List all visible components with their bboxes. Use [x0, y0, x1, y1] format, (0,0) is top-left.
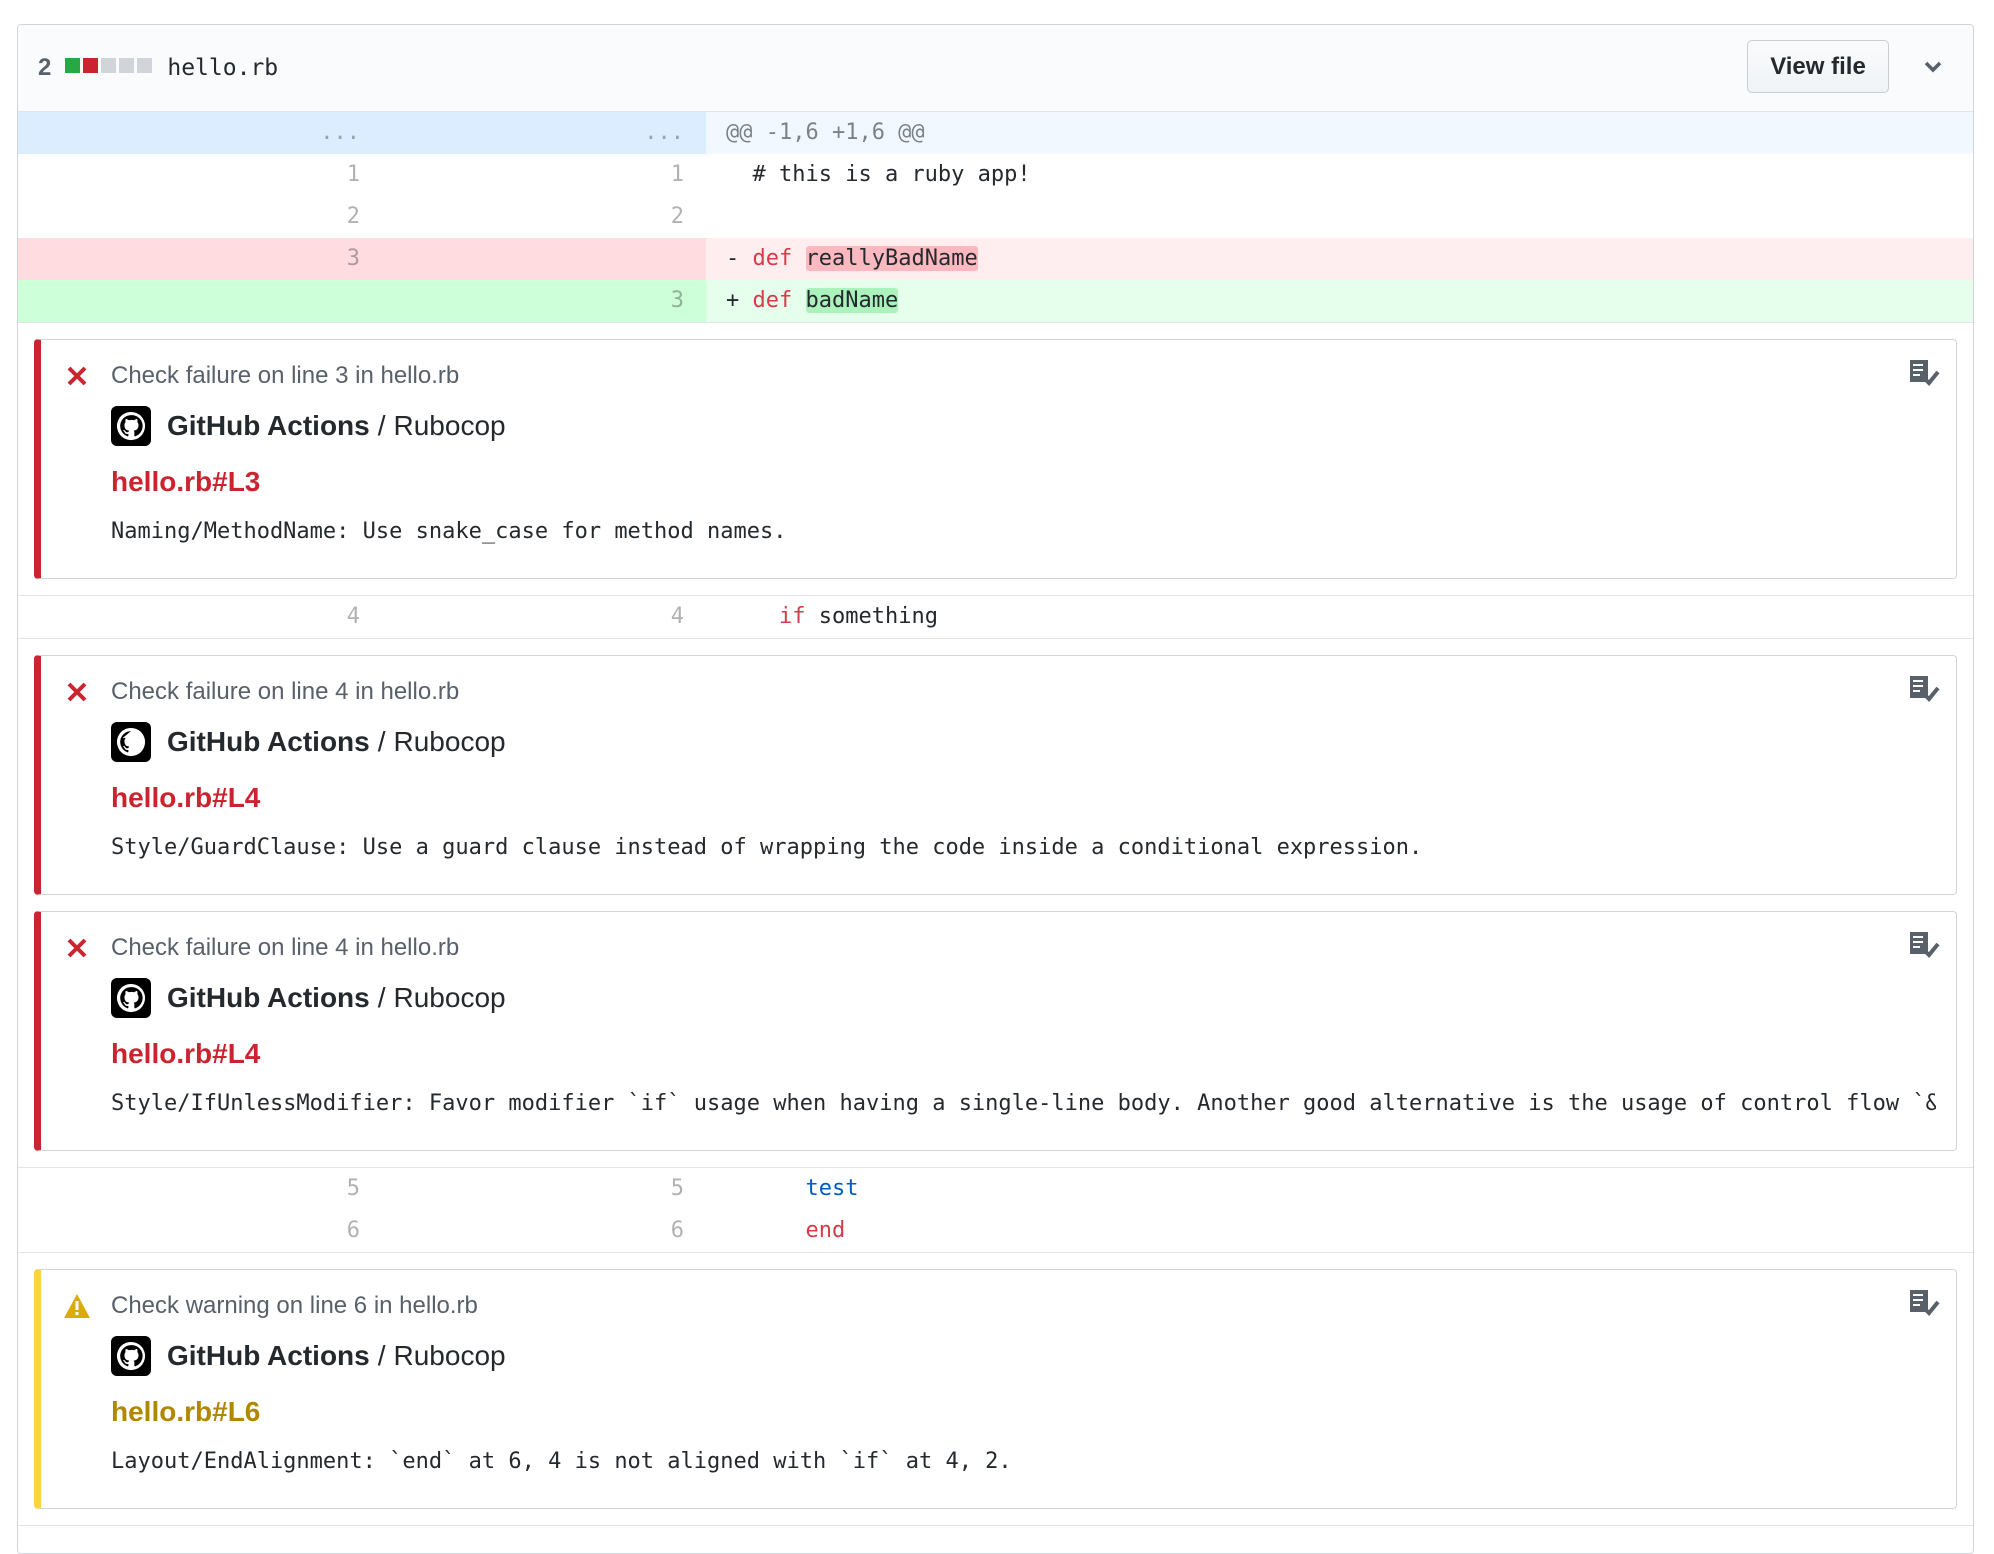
- checklist-icon[interactable]: [1908, 358, 1940, 388]
- github-actions-logo: [111, 722, 151, 762]
- annotation-line-link[interactable]: hello.rb#L4: [111, 778, 1936, 818]
- new-line-number[interactable]: 2: [360, 196, 706, 238]
- checklist-icon[interactable]: [1908, 1288, 1940, 1318]
- annotation-warning: Check warning on line 6 in hello.rb GitH…: [34, 1269, 1957, 1509]
- alert-icon: [64, 1294, 90, 1318]
- diffstat-block-added: [65, 58, 81, 73]
- added-word-highlight: badName: [805, 288, 899, 313]
- github-actions-logo: [111, 406, 151, 446]
- annotation-line-link[interactable]: hello.rb#L4: [111, 1034, 1936, 1074]
- app-name: GitHub Actions: [167, 982, 370, 1013]
- annotations-block: Check warning on line 6 in hello.rb GitH…: [18, 1252, 1973, 1526]
- diff-line: 2 2: [18, 196, 1973, 238]
- diff-line-added: 3 + def badName: [18, 280, 1973, 322]
- new-line-number[interactable]: [360, 238, 706, 280]
- diff-line-deleted: 3 - def reallyBadName: [18, 238, 1973, 280]
- deleted-word-highlight: reallyBadName: [805, 246, 978, 271]
- app-name: GitHub Actions: [167, 410, 370, 441]
- check-name: Rubocop: [393, 982, 506, 1013]
- new-line-number[interactable]: 5: [360, 1168, 706, 1210]
- annotation-failure: Check failure on line 4 in hello.rb GitH…: [34, 911, 1957, 1151]
- x-icon: [67, 366, 87, 386]
- old-line-number[interactable]: 2: [18, 196, 360, 238]
- app-name: GitHub Actions: [167, 1340, 370, 1371]
- annotations-block: Check failure on line 4 in hello.rb GitH…: [18, 638, 1973, 1168]
- github-actions-logo: [111, 1336, 151, 1376]
- annotation-title: Check failure on line 4 in hello.rb: [111, 678, 460, 705]
- annotation-line-link[interactable]: hello.rb#L6: [111, 1392, 1936, 1432]
- new-line-number[interactable]: 1: [360, 154, 706, 196]
- old-line-number[interactable]: 1: [18, 154, 360, 196]
- diff-file: 2 hello.rb View file ... ... @@ -1,6 +1,…: [17, 24, 1974, 1554]
- annotation-failure: Check failure on line 3 in hello.rb GitH…: [34, 339, 1957, 579]
- diffstat-block-neutral: [137, 58, 153, 73]
- expand-down-icon[interactable]: ...: [644, 120, 684, 145]
- diffstat-bar: [65, 58, 155, 78]
- old-line-number[interactable]: 5: [18, 1168, 360, 1210]
- annotation-line-link[interactable]: hello.rb#L3: [111, 462, 1936, 502]
- annotation-title: Check warning on line 6 in hello.rb: [111, 1292, 478, 1319]
- new-line-number[interactable]: 3: [360, 280, 706, 322]
- expand-up-icon[interactable]: ...: [320, 112, 360, 154]
- file-header: 2 hello.rb View file: [18, 25, 1973, 112]
- app-name: GitHub Actions: [167, 726, 370, 757]
- view-file-button[interactable]: View file: [1747, 40, 1889, 93]
- annotation-message: Layout/EndAlignment: `end` at 6, 4 is no…: [111, 1449, 1012, 1474]
- diff-line: 5 5 test: [18, 1168, 1973, 1210]
- checklist-icon[interactable]: [1908, 930, 1940, 960]
- file-name-link[interactable]: hello.rb: [167, 55, 278, 81]
- chevron-down-icon[interactable]: [1921, 55, 1945, 79]
- diff-line: 6 6 end: [18, 1210, 1973, 1252]
- diffstat-block-neutral: [119, 58, 135, 73]
- x-icon: [67, 938, 87, 958]
- old-line-number[interactable]: 6: [18, 1210, 360, 1252]
- hunk-header-text: @@ -1,6 +1,6 @@: [706, 112, 1973, 154]
- old-line-number[interactable]: 3: [18, 238, 360, 280]
- check-name: Rubocop: [393, 410, 506, 441]
- annotation-title: Check failure on line 4 in hello.rb: [111, 934, 460, 961]
- code-comment: # this is a ruby app!: [752, 162, 1031, 187]
- old-line-number[interactable]: [18, 280, 360, 322]
- annotations-block: Check failure on line 3 in hello.rb GitH…: [18, 322, 1973, 596]
- github-actions-logo: [111, 978, 151, 1018]
- annotation-message: Style/IfUnlessModifier: Favor modifier `…: [111, 1091, 1936, 1116]
- annotation-title: Check failure on line 3 in hello.rb: [111, 362, 460, 389]
- annotation-failure: Check failure on line 4 in hello.rb GitH…: [34, 655, 1957, 895]
- check-name: Rubocop: [393, 1340, 506, 1371]
- hunk-header-row: ... ... @@ -1,6 +1,6 @@: [18, 112, 1973, 154]
- diffstat-block-deleted: [83, 58, 99, 73]
- old-line-number[interactable]: 4: [18, 596, 360, 638]
- x-icon: [67, 682, 87, 702]
- check-name: Rubocop: [393, 726, 506, 757]
- new-line-number[interactable]: 4: [360, 596, 706, 638]
- annotation-message: Style/GuardClause: Use a guard clause in…: [111, 835, 1423, 860]
- diff-line: 1 1 # this is a ruby app!: [18, 154, 1973, 196]
- diffstat-block-neutral: [101, 58, 117, 73]
- checklist-icon[interactable]: [1908, 674, 1940, 704]
- diff-line: 4 4 if something: [18, 596, 1973, 638]
- annotation-message: Naming/MethodName: Use snake_case for me…: [111, 519, 787, 544]
- diffstat-count: 2: [38, 54, 52, 81]
- new-line-number[interactable]: 6: [360, 1210, 706, 1252]
